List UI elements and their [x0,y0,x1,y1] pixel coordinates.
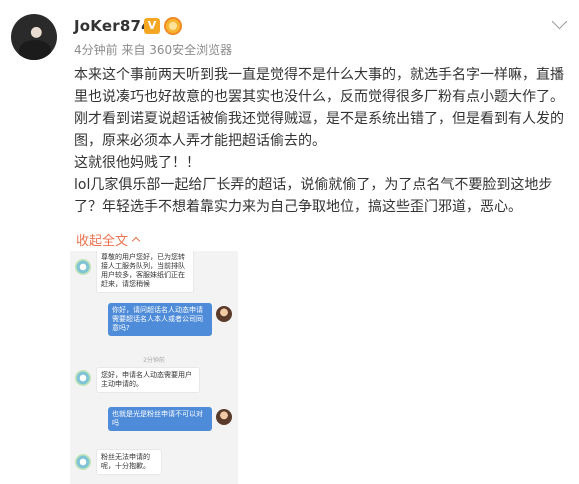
content-line: 本来这个事前两天听到我一直是觉得不是什么大事的，就选手名字一样嘛，直播 [74,67,564,83]
username[interactable]: JoKer874 [74,17,152,35]
content-line: lol几家俱乐部一起给厂长弄的超话，说偷就偷了，为了点名气不要脸到这地步 [74,177,553,193]
chevron-down-icon[interactable] [551,13,568,30]
chat-bubble: 尊敬的用户您好，已为您转接人工服务队列，当前排队用户较多，客服妹纸们正在赶来，请… [96,251,194,293]
attached-screenshot[interactable]: 尊敬的用户您好，已为您转接人工服务队列，当前排队用户较多，客服妹纸们正在赶来，请… [70,251,238,484]
chat-bubble: 粉丝无法申请的呢，十分抱歉。 [96,449,162,475]
chevron-up-icon [131,236,141,246]
content-line: 这就很他妈贱了！！ [74,155,200,171]
content-line: 了？年轻选手不想着靠实力来为自己争取地位，搞这些歪门邪道，恶心。 [74,199,522,215]
chat-timestamp: 2分钟前 [143,357,165,364]
post-content: 本来这个事前两天听到我一直是觉得不是什么大事的，就选手名字一样嘛，直播 里也说凑… [74,64,566,218]
bot-avatar-icon [75,454,91,470]
bot-avatar-icon [75,259,91,275]
content-line: 里也说凑巧也好故意的也罢其实也没什么，反而觉得很多厂粉有点小题大作了。 [74,89,564,105]
content-line: 刚才看到诺夏说超话被偷我还觉得贼逗，是不是系统出错了，但是看到有人发的 [74,111,564,127]
collapse-label: 收起全文 [76,234,129,249]
content-line: 图，原来必须本人弄才能把超话偷去的。 [74,133,326,149]
vip-badge-icon: V [144,18,160,34]
post-meta: 4分钟前 来自 360安全浏览器 [74,43,233,57]
medal-icon [164,17,182,35]
chat-bubble: 您好，申请名人动态需要用户主动申请的。 [96,367,200,393]
chat-bubble: 也就是光是粉丝申请不可以对吗 [108,407,212,431]
bot-avatar-icon [75,370,91,386]
user-avatar-icon [216,409,232,425]
avatar[interactable] [11,14,57,60]
chat-bubble: 你好，请问超话名人动态申请需要超话名人本人或者公司同意吗? [108,303,212,336]
user-avatar-icon [216,306,232,322]
collapse-button[interactable]: 收起全文 [76,230,141,249]
